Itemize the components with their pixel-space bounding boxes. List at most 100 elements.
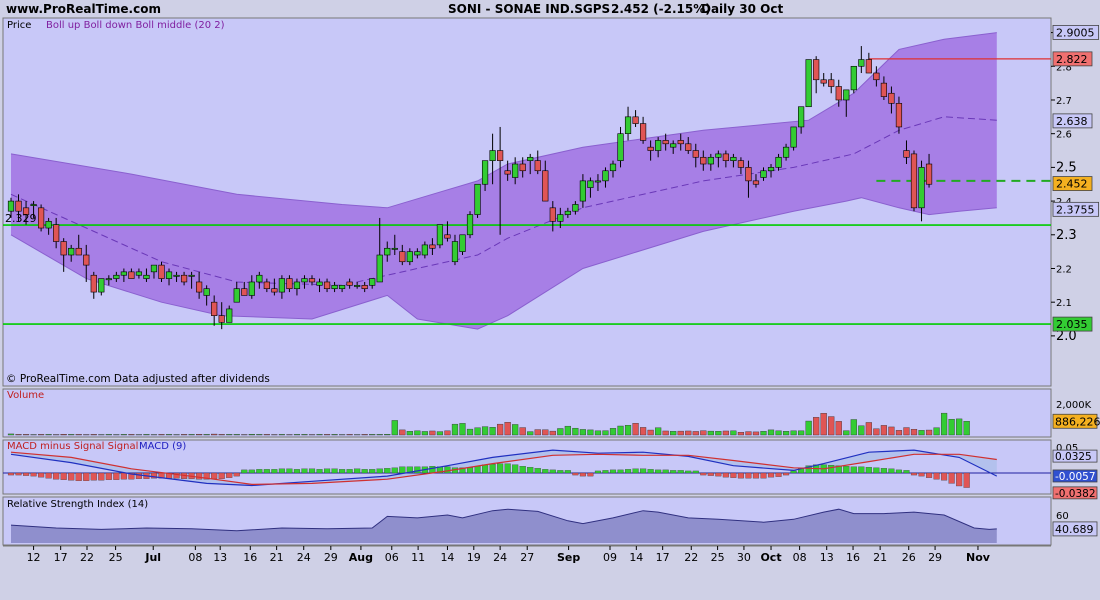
- volume-bar: [196, 434, 203, 436]
- chart-svg[interactable]: Price Boll up Boll down Boll middle (20 …: [0, 0, 1100, 600]
- candle-body: [165, 271, 173, 279]
- volume-bar: [843, 430, 850, 436]
- volume-bar: [481, 426, 489, 436]
- macd-hist-bar: [278, 468, 285, 474]
- price-marker: 2.822: [1052, 51, 1093, 67]
- volume-bar: [933, 427, 940, 436]
- volume-bar: [880, 425, 888, 436]
- volume-bar: [602, 430, 609, 436]
- price-marker: 2.638: [1052, 113, 1093, 129]
- x-tick-label: 19: [467, 551, 481, 564]
- macd-hist-bar: [527, 467, 534, 474]
- candle-body: [813, 59, 820, 81]
- candle-body: [436, 224, 444, 246]
- volume-bar: [745, 431, 752, 436]
- x-tick-label: 06: [385, 551, 399, 564]
- volume-bar: [925, 429, 933, 436]
- candle-body: [730, 156, 737, 161]
- candle: [37, 204, 45, 232]
- macd-hist-bar: [745, 472, 752, 479]
- candle-body: [143, 274, 150, 279]
- candle-body: [196, 281, 203, 293]
- volume-bar: [188, 434, 195, 436]
- volume-bar: [737, 432, 745, 436]
- volume-bar: [835, 421, 842, 436]
- candle-body: [903, 150, 910, 158]
- left-marker-label: 2.329: [5, 212, 37, 225]
- volume-bar: [670, 431, 677, 436]
- macd-hist-bar: [7, 472, 15, 476]
- bollinger-legend: Boll up Boll down Boll middle (20 2): [46, 20, 225, 31]
- volume-bar: [692, 431, 699, 436]
- volume-bar: [68, 434, 75, 436]
- volume-bar: [752, 431, 760, 436]
- macd-hist-bar: [38, 472, 45, 478]
- macd-hist-bar: [662, 469, 669, 474]
- macd-hist-bar: [910, 472, 918, 476]
- price-tick-label: 2.5: [1056, 160, 1077, 175]
- macd-hist-bar: [594, 470, 601, 474]
- x-tick-label: 13: [820, 551, 834, 564]
- volume-marker-label: 886,226: [1055, 415, 1100, 428]
- volume-bar: [813, 417, 820, 436]
- macd-hist-bar: [391, 467, 398, 474]
- candle-body: [579, 180, 586, 202]
- macd-hist-bar: [504, 463, 511, 474]
- macd-hist-bar: [640, 468, 647, 474]
- candle-body: [346, 281, 353, 286]
- candle-body: [865, 59, 872, 74]
- candle-body: [150, 264, 158, 273]
- volume-panel-title: Volume: [7, 390, 44, 401]
- price-marker: 2.035: [1052, 316, 1093, 332]
- volume-bar: [617, 425, 624, 436]
- volume-bar: [805, 420, 812, 436]
- candle-body: [481, 160, 489, 185]
- candle-body: [587, 180, 594, 188]
- x-tick-label: 25: [711, 551, 725, 564]
- macd-hist-bar: [369, 469, 376, 474]
- volume-bar: [90, 434, 97, 436]
- price-marker: 2.9005: [1052, 25, 1099, 40]
- macd-hist-bar: [196, 472, 203, 480]
- volume-bar: [572, 427, 579, 436]
- volume-bar: [384, 434, 391, 436]
- candle-body: [880, 82, 887, 97]
- candle-body: [557, 214, 564, 222]
- macd-marker-label: -0.0382: [1055, 488, 1096, 500]
- macd-hist-bar: [542, 469, 549, 474]
- x-tick-label: Sep: [557, 551, 580, 564]
- x-tick-label: 24: [297, 551, 311, 564]
- chart-window: www.ProRealTime.com SONI - SONAE IND.SGP…: [0, 0, 1100, 600]
- candle-body: [737, 160, 745, 168]
- candle-body: [647, 146, 654, 151]
- macd-hist-bar: [895, 469, 902, 474]
- macd-hist-bar: [557, 470, 564, 474]
- price-panel-footer: © ProRealTime.com Data adjusted after di…: [6, 373, 270, 385]
- candle-body: [542, 170, 549, 202]
- volume-bar: [677, 430, 684, 436]
- macd-hist-bar: [444, 466, 451, 474]
- candle-body: [293, 281, 301, 290]
- x-tick-label: 27: [520, 551, 534, 564]
- candle-body: [685, 143, 692, 151]
- volume-bar: [782, 431, 790, 436]
- volume-bar: [211, 433, 218, 436]
- volume-bar: [828, 416, 835, 436]
- volume-bar: [180, 434, 188, 436]
- macd-hist-bar: [60, 472, 67, 480]
- candle: [466, 211, 474, 239]
- macd-hist-bar: [926, 472, 933, 478]
- candle-body: [37, 207, 45, 229]
- candle-body: [655, 140, 662, 151]
- macd-hist-bar: [941, 472, 948, 481]
- macd-hist-bar: [286, 468, 293, 474]
- volume-bar: [685, 430, 692, 436]
- candle-body: [180, 274, 188, 283]
- macd-hist-bar: [933, 472, 940, 480]
- price-tick-label: 2.7: [1056, 96, 1072, 107]
- volume-bar: [557, 428, 564, 436]
- x-tick-label: 14: [440, 551, 454, 564]
- candle-body: [15, 200, 22, 212]
- macd-hist-bar: [135, 472, 142, 479]
- candle-body: [53, 224, 60, 242]
